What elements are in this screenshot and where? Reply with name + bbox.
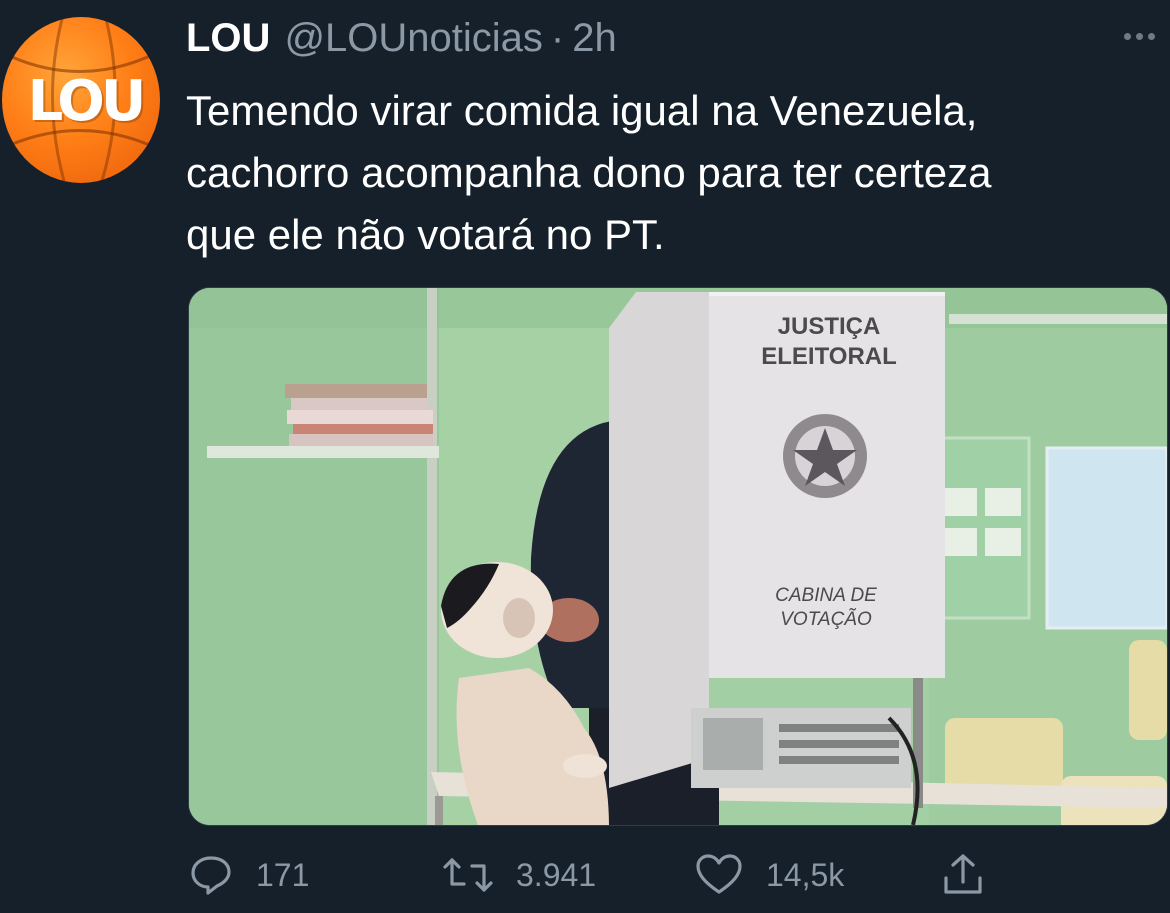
reply-button[interactable]: 171 (188, 845, 309, 905)
booth-title-line2: ELEITORAL (761, 343, 897, 370)
heart-icon (696, 854, 742, 894)
booth-title: JUSTIÇA ELEITORAL (749, 312, 909, 372)
booth-caption: CABINA DE VOTAÇÃO (751, 584, 901, 632)
avatar[interactable]: LOU (2, 17, 160, 183)
retweet-button[interactable]: 3.941 (442, 845, 596, 905)
reply-count: 171 (256, 856, 310, 893)
retweet-icon (443, 858, 493, 892)
like-button[interactable]: 14,5k (694, 845, 844, 905)
avatar-logo-text: LOU (27, 69, 147, 134)
header-separator: · (550, 16, 565, 60)
user-handle[interactable]: @LOUnoticias (284, 16, 542, 61)
booth-title-line1: JUSTIÇA (777, 313, 881, 340)
tweet-actions: 171 3.941 14,5k (188, 845, 1008, 905)
tweet-time[interactable]: 2h (572, 16, 617, 61)
tweet: LOU LOU @LOUnoticias · 2h Temendo virar … (0, 0, 1170, 913)
booth-caption-line1: CABINA DE (775, 585, 877, 606)
tweet-photo[interactable]: JUSTIÇA ELEITORAL CABINA DE VOTAÇÃO (188, 287, 1168, 826)
photo-illustration (189, 288, 1167, 825)
tweet-header: LOU @LOUnoticias · 2h (186, 16, 617, 66)
retweet-count: 3.941 (516, 856, 597, 893)
booth-caption-line2: VOTAÇÃO (780, 609, 872, 630)
more-horizontal-icon[interactable] (1124, 26, 1170, 46)
tweet-text: Temendo virar comida igual na Venezuela,… (186, 87, 992, 258)
reply-icon (191, 856, 231, 895)
like-count: 14,5k (766, 856, 845, 893)
share-button[interactable] (940, 845, 986, 905)
share-icon (944, 854, 982, 894)
display-name[interactable]: LOU (186, 16, 270, 61)
